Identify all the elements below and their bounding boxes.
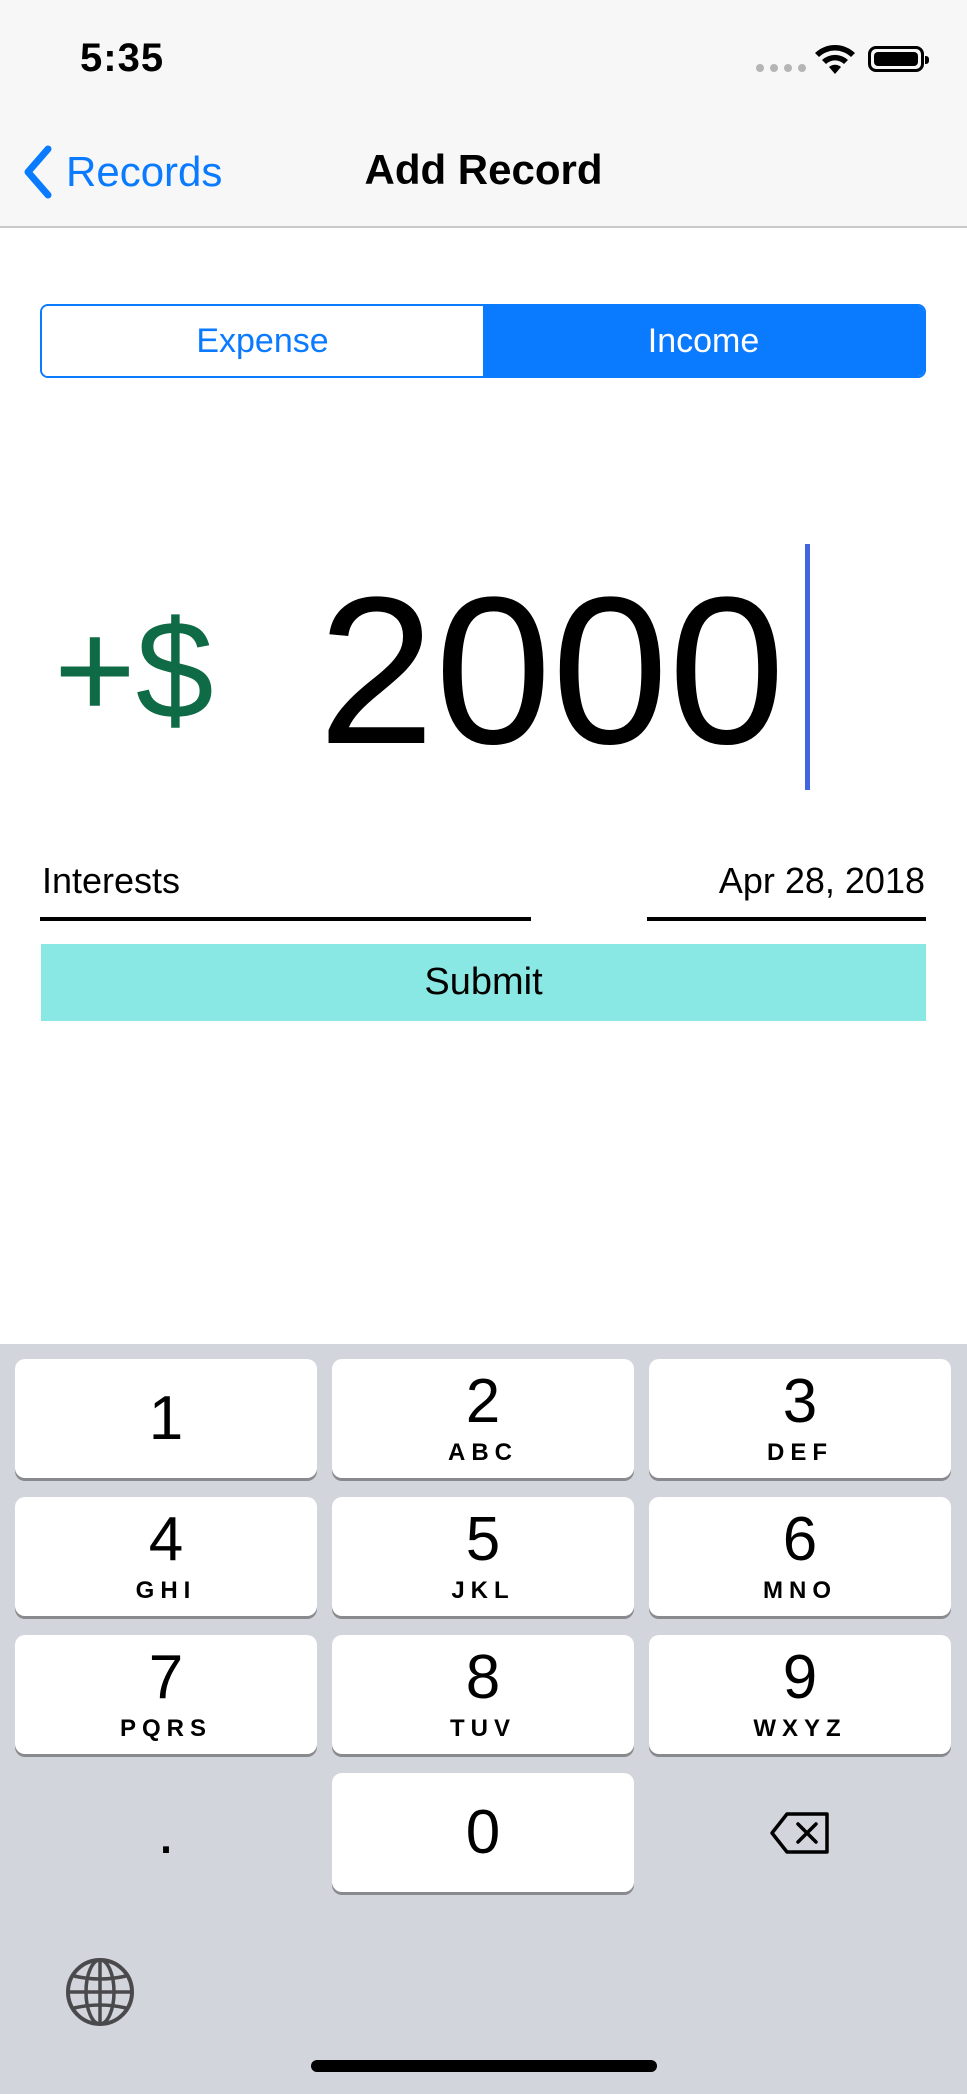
- navigation-bar: 5:35 Records Add Record: [0, 0, 967, 228]
- key-5[interactable]: 5 JKL: [332, 1497, 634, 1616]
- key-number: .: [157, 1797, 175, 1867]
- key-number: 7: [148, 1642, 184, 1712]
- key-2[interactable]: 2 ABC: [332, 1359, 634, 1478]
- key-number: 3: [782, 1366, 818, 1436]
- key-8[interactable]: 8 TUV: [332, 1635, 634, 1754]
- key-letters: JKL: [451, 1576, 515, 1604]
- wifi-icon: [815, 45, 855, 74]
- status-time: 5:35: [80, 36, 165, 80]
- key-4[interactable]: 4 GHI: [15, 1497, 317, 1616]
- delete-icon: [770, 1811, 829, 1854]
- key-number: 8: [465, 1642, 501, 1712]
- key-6[interactable]: 6 MNO: [649, 1497, 951, 1616]
- cellular-signal-icon: [756, 64, 806, 72]
- key-0[interactable]: 0: [332, 1773, 634, 1892]
- key-1[interactable]: 1: [15, 1359, 317, 1478]
- key-letters: DEF: [767, 1438, 833, 1466]
- key-letters: TUV: [450, 1714, 516, 1742]
- amount-input[interactable]: 2000: [318, 566, 785, 776]
- segment-income[interactable]: Income: [483, 306, 924, 376]
- key-number: 5: [465, 1504, 501, 1574]
- home-indicator[interactable]: [311, 2060, 657, 2072]
- key-letters: GHI: [135, 1576, 197, 1604]
- key-number: 1: [148, 1383, 184, 1453]
- key-number: 6: [782, 1504, 818, 1574]
- key-number: 4: [148, 1504, 184, 1574]
- battery-icon: [868, 46, 929, 72]
- key-letters: PQRS: [119, 1714, 212, 1742]
- key-number: 0: [465, 1797, 501, 1867]
- submit-button[interactable]: Submit: [41, 944, 926, 1021]
- key-letters: MNO: [763, 1576, 837, 1604]
- text-cursor: [805, 544, 810, 790]
- currency-sign: +$: [54, 591, 214, 748]
- key-letters: WXYZ: [753, 1714, 847, 1742]
- key-7[interactable]: 7 PQRS: [15, 1635, 317, 1754]
- record-type-segmented-control: Expense Income: [40, 304, 926, 378]
- key-number: 9: [782, 1642, 818, 1712]
- page-title: Add Record: [364, 146, 603, 193]
- date-field[interactable]: Apr 28, 2018: [719, 860, 925, 902]
- key-decimal[interactable]: .: [15, 1773, 317, 1892]
- key-3[interactable]: 3 DEF: [649, 1359, 951, 1478]
- key-9[interactable]: 9 WXYZ: [649, 1635, 951, 1754]
- globe-icon[interactable]: [64, 1956, 136, 2028]
- segment-expense[interactable]: Expense: [42, 306, 483, 376]
- key-number: 2: [465, 1366, 501, 1436]
- date-underline: [647, 917, 926, 921]
- category-underline: [40, 917, 531, 921]
- category-field[interactable]: Interests: [42, 860, 180, 902]
- delete-key[interactable]: [649, 1773, 951, 1892]
- key-letters: ABC: [448, 1438, 518, 1466]
